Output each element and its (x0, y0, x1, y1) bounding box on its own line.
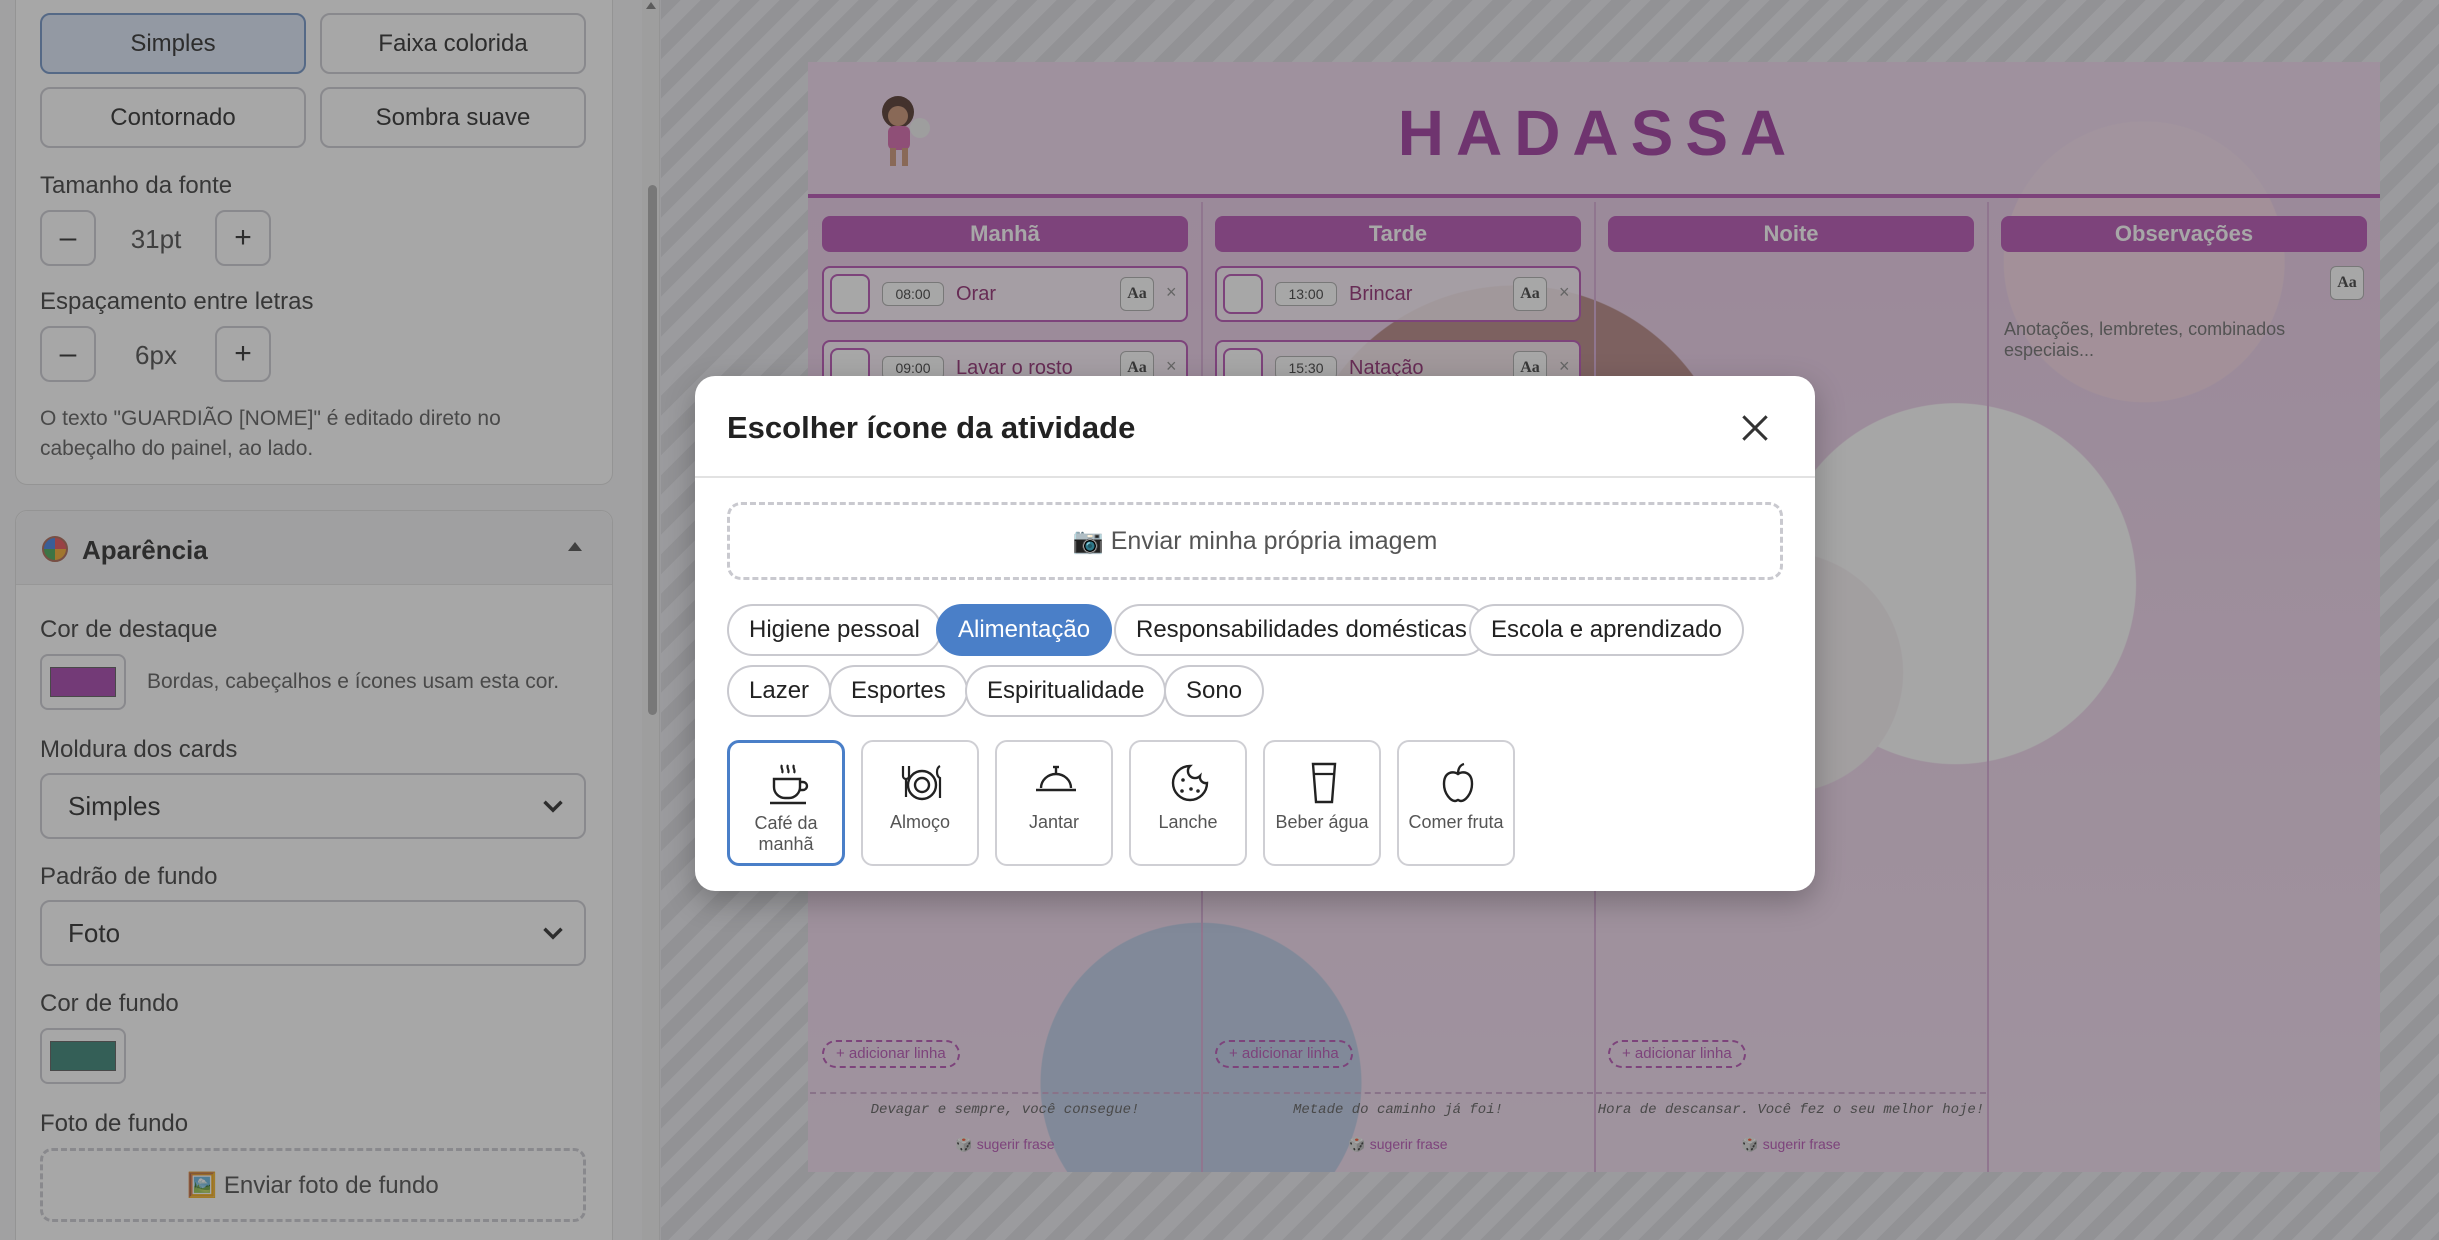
modal-divider (695, 476, 1815, 478)
icon-option-comer-fruta[interactable]: Comer fruta (1397, 740, 1515, 866)
apple-icon (1442, 762, 1474, 803)
modal-title: Escolher ícone da atividade (727, 410, 1136, 445)
icon-option-lanche[interactable]: Lanche (1129, 740, 1247, 866)
icon-option-label: Jantar (1028, 812, 1080, 832)
upload-own-image-button[interactable]: 📷 Enviar minha própria imagem (727, 502, 1783, 580)
category-alimentacao[interactable]: Alimentação (936, 604, 1113, 656)
category-lazer[interactable]: Lazer (727, 665, 832, 717)
icon-option-label: Comer fruta (1408, 812, 1504, 832)
cloche-icon (1036, 765, 1076, 792)
cookie-icon (1171, 764, 1209, 802)
icon-option-jantar[interactable]: Jantar (995, 740, 1113, 866)
category-esportes[interactable]: Esportes (829, 665, 968, 717)
category-higiene-pessoal[interactable]: Higiene pessoal (727, 604, 942, 656)
category-escola-e-aprendizado[interactable]: Escola e aprendizado (1469, 604, 1744, 656)
icon-option-label: Café da manhã (754, 813, 818, 854)
icon-option-label: Lanche (1158, 812, 1218, 832)
category-espiritualidade[interactable]: Espiritualidade (965, 665, 1167, 717)
plate-cutlery-icon (901, 765, 942, 801)
icon-option-almoco[interactable]: Almoço (861, 740, 979, 866)
category-responsabilidades-domesticas[interactable]: Responsabilidades domésticas (1114, 604, 1489, 656)
icon-option-label: Beber água (1275, 812, 1369, 832)
glass-icon (1311, 762, 1337, 804)
icon-option-label: Almoço (889, 812, 951, 832)
icon-option-beber-agua[interactable]: Beber água (1263, 740, 1381, 866)
category-sono[interactable]: Sono (1164, 665, 1265, 717)
icon-picker-modal: Escolher ícone da atividade 📷 Enviar min… (695, 376, 1815, 891)
close-icon[interactable] (1735, 408, 1775, 448)
coffee-cup-icon (770, 764, 809, 805)
icon-option-cafe-da-manha[interactable]: Café da manhã (727, 740, 845, 866)
